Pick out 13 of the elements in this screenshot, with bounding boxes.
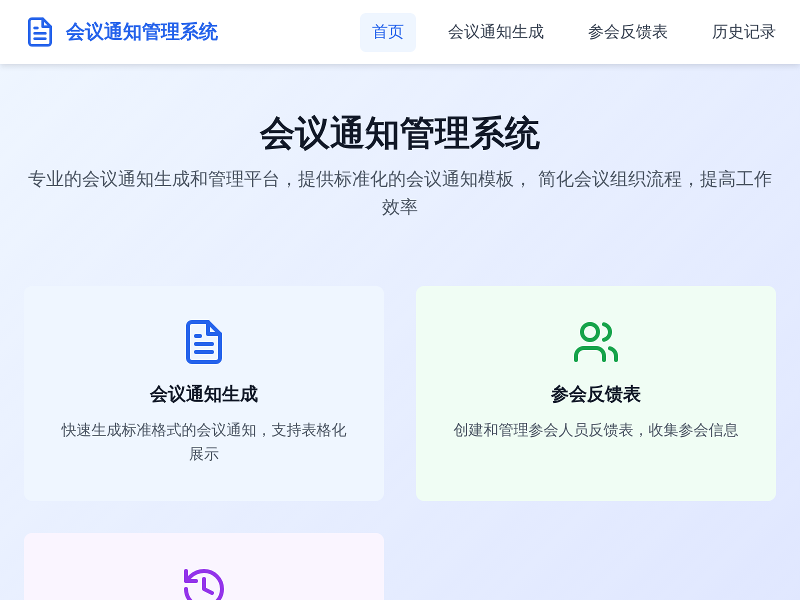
nav-tab[interactable]: 会议通知生成: [436, 12, 556, 52]
nav-tab[interactable]: 首页: [360, 12, 416, 52]
feature-card[interactable]: 参会反馈表 创建和管理参会人员反馈表，收集参会信息: [416, 286, 776, 501]
page-title: 会议通知管理系统: [258, 113, 541, 156]
page-subtitle: 专业的会议通知生成和管理平台，提供标准化的会议通知模板， 简化会议组织流程，提高工作效率: [27, 168, 773, 220]
card-description: 快速生成标准格式的会议通知，支持表格化展示: [60, 420, 348, 465]
feature-card[interactable]: 会议通知生成 快速生成标准格式的会议通知，支持表格化展示: [24, 286, 384, 501]
nav-tab[interactable]: 参会反馈表: [576, 12, 680, 52]
card-title: 参会反馈表: [551, 383, 641, 406]
app-title: 会议通知管理系统: [66, 20, 218, 45]
card-title: 会议通知生成: [150, 383, 258, 406]
nav-tab[interactable]: 历史记录: [700, 12, 788, 52]
card-description: 创建和管理参会人员反馈表，收集参会信息: [454, 420, 738, 441]
